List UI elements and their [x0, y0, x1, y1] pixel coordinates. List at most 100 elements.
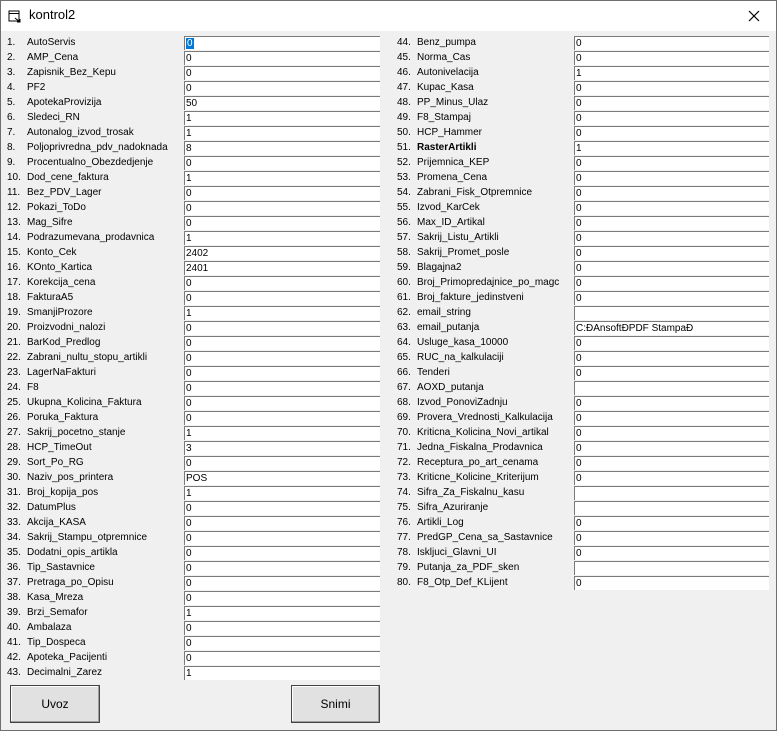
setting-value-input[interactable]: 0 — [184, 561, 380, 575]
setting-value-input[interactable]: 1 — [184, 426, 380, 440]
setting-value-text: 0 — [576, 578, 582, 589]
setting-value-input[interactable]: 0 — [574, 351, 769, 365]
setting-value-input[interactable]: 0 — [574, 546, 769, 560]
setting-value-input[interactable]: 0 — [184, 531, 380, 545]
setting-value-input[interactable]: C:ĐAnsoftĐPDF StampaĐ — [574, 321, 769, 335]
setting-value-input[interactable]: 0 — [574, 276, 769, 290]
setting-value-input[interactable] — [574, 486, 769, 500]
setting-value-input[interactable]: 0 — [574, 171, 769, 185]
setting-value-input[interactable]: 0 — [574, 441, 769, 455]
setting-value-input[interactable]: 0 — [184, 546, 380, 560]
setting-value-input[interactable]: 0 — [184, 576, 380, 590]
setting-value-input[interactable]: 0 — [574, 81, 769, 95]
setting-row: 44. Benz_pumpa 0 — [397, 36, 772, 51]
setting-number: 10. — [7, 172, 21, 183]
setting-value-input[interactable]: 0 — [184, 156, 380, 170]
setting-number: 26. — [7, 412, 21, 423]
setting-value-input[interactable]: 0 — [574, 201, 769, 215]
setting-value-text: 0 — [186, 218, 192, 229]
setting-value-input[interactable]: 1 — [184, 486, 380, 500]
setting-value-input[interactable]: 0 — [184, 651, 380, 665]
setting-value-input[interactable]: 1 — [184, 666, 380, 680]
setting-value-input[interactable]: 0 — [574, 216, 769, 230]
setting-value-input[interactable]: 0 — [184, 396, 380, 410]
setting-value-input[interactable]: 1 — [184, 606, 380, 620]
setting-value-input[interactable]: 0 — [574, 36, 769, 50]
setting-value-input[interactable]: 0 — [574, 576, 769, 590]
setting-value-input[interactable]: 0 — [184, 516, 380, 530]
setting-number: 37. — [7, 577, 21, 588]
setting-value-input[interactable]: 0 — [184, 501, 380, 515]
setting-value-input[interactable] — [574, 501, 769, 515]
setting-value-input[interactable]: 0 — [184, 591, 380, 605]
setting-value-input[interactable]: 2402 — [184, 246, 380, 260]
setting-value-input[interactable]: 0 — [184, 411, 380, 425]
setting-value-input[interactable]: 1 — [184, 231, 380, 245]
setting-value-input[interactable]: 50 — [184, 96, 380, 110]
setting-value-input[interactable]: 0 — [184, 636, 380, 650]
setting-value-input[interactable]: 1 — [184, 306, 380, 320]
setting-value-input[interactable]: 0 — [574, 516, 769, 530]
setting-value-input[interactable]: 0 — [574, 456, 769, 470]
setting-value-input[interactable]: 0 — [184, 66, 380, 80]
setting-value-input[interactable]: 1 — [574, 66, 769, 80]
setting-value-input[interactable] — [574, 561, 769, 575]
setting-number: 19. — [7, 307, 21, 318]
setting-value-input[interactable]: 0 — [184, 216, 380, 230]
setting-value-input[interactable]: 0 — [574, 246, 769, 260]
setting-row: 43. Decimalni_Zarez 1 — [7, 666, 407, 681]
setting-value-input[interactable] — [574, 381, 769, 395]
setting-value-input[interactable]: 0 — [184, 456, 380, 470]
setting-value-input[interactable]: 0 — [574, 186, 769, 200]
setting-value-input[interactable]: 0 — [184, 381, 380, 395]
setting-row: 11. Bez_PDV_Lager 0 — [7, 186, 407, 201]
setting-value-input[interactable]: 8 — [184, 141, 380, 155]
setting-value-input[interactable]: 0 — [574, 126, 769, 140]
setting-number: 12. — [7, 202, 21, 213]
setting-value-input[interactable]: 0 — [184, 336, 380, 350]
setting-value-input[interactable]: 0 — [574, 111, 769, 125]
setting-value-input[interactable]: 0 — [184, 81, 380, 95]
setting-value-input[interactable]: 0 — [574, 396, 769, 410]
setting-value-input[interactable]: 0 — [184, 321, 380, 335]
setting-value-input[interactable]: 0 — [574, 471, 769, 485]
setting-value-input[interactable]: 0 — [574, 426, 769, 440]
snimi-button[interactable]: Snimi — [291, 685, 380, 723]
setting-value-input[interactable]: 1 — [184, 171, 380, 185]
setting-value-input[interactable]: 0 — [574, 261, 769, 275]
setting-value-input[interactable]: 2401 — [184, 261, 380, 275]
setting-value-input[interactable]: 0 — [184, 351, 380, 365]
setting-value-input[interactable]: 0 — [184, 276, 380, 290]
setting-value-input[interactable]: 0 — [574, 51, 769, 65]
setting-value-input[interactable]: 0 — [184, 186, 380, 200]
setting-value-input[interactable]: 0 — [184, 201, 380, 215]
setting-value-input[interactable]: 0 — [574, 96, 769, 110]
setting-value-input[interactable]: 0 — [574, 531, 769, 545]
close-button[interactable] — [732, 1, 776, 31]
setting-value-input[interactable]: 0 — [184, 621, 380, 635]
setting-value-text: 0 — [186, 623, 192, 634]
setting-row: 65. RUC_na_kalkulaciji 0 — [397, 351, 772, 366]
setting-value-input[interactable]: 0 — [574, 411, 769, 425]
setting-value-input[interactable]: 1 — [184, 111, 380, 125]
setting-value-input[interactable] — [574, 306, 769, 320]
setting-value-input[interactable]: 1 — [184, 126, 380, 140]
setting-value-input[interactable]: 0 — [184, 36, 380, 50]
setting-value-input[interactable]: 3 — [184, 441, 380, 455]
setting-value-input[interactable]: 0 — [184, 291, 380, 305]
setting-row: 42. Apoteka_Pacijenti 0 — [7, 651, 407, 666]
setting-value-input[interactable]: 0 — [574, 291, 769, 305]
setting-value-text: 0 — [576, 83, 582, 94]
setting-number: 49. — [397, 112, 411, 123]
setting-value-input[interactable]: 0 — [574, 231, 769, 245]
setting-value-input[interactable]: 0 — [574, 366, 769, 380]
setting-value-input[interactable]: 1 — [574, 141, 769, 155]
setting-value-input[interactable]: 0 — [184, 51, 380, 65]
uvoz-button[interactable]: Uvoz — [10, 685, 100, 723]
setting-value-input[interactable]: POS — [184, 471, 380, 485]
setting-row: 79. Putanja_za_PDF_sken — [397, 561, 772, 576]
setting-number: 62. — [397, 307, 411, 318]
setting-value-input[interactable]: 0 — [574, 156, 769, 170]
setting-value-input[interactable]: 0 — [184, 366, 380, 380]
setting-value-input[interactable]: 0 — [574, 336, 769, 350]
